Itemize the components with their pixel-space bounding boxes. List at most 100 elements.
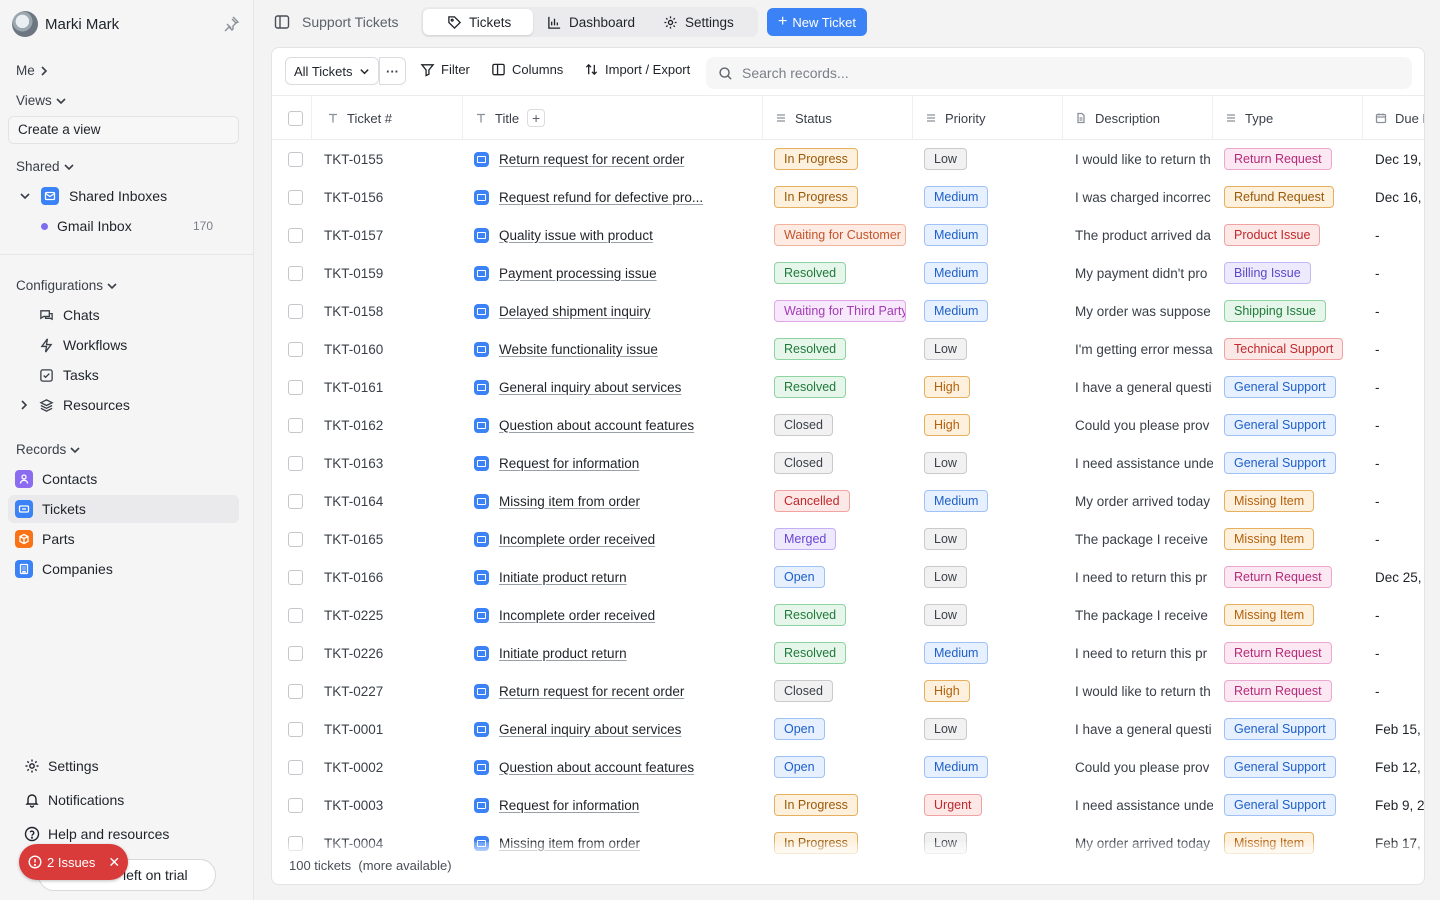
select-all-checkbox[interactable]	[288, 110, 303, 126]
new-ticket-button[interactable]: + New Ticket	[767, 8, 867, 36]
priority-badge[interactable]: High	[924, 414, 970, 436]
ticket-id[interactable]: TKT-0162	[324, 406, 464, 444]
search-input[interactable]	[742, 65, 1382, 81]
priority-badge[interactable]: Low	[924, 528, 967, 550]
type-badge[interactable]: General Support	[1224, 794, 1336, 816]
ticket-id[interactable]: TKT-0165	[324, 520, 464, 558]
settings-link[interactable]: Settings	[24, 758, 99, 774]
me-section[interactable]: Me	[16, 63, 50, 78]
ticket-id[interactable]: TKT-0227	[324, 672, 464, 710]
status-badge[interactable]: Waiting for Customer	[774, 224, 906, 246]
priority-badge[interactable]: Medium	[924, 642, 989, 664]
status-badge[interactable]: Closed	[774, 414, 833, 436]
column-header-type[interactable]: Type	[1213, 96, 1363, 140]
priority-badge[interactable]: High	[924, 680, 970, 702]
sidebar-item-contacts[interactable]: Contacts	[8, 465, 239, 493]
ticket-title-link[interactable]: General inquiry about services	[499, 722, 681, 737]
row-checkbox[interactable]	[288, 265, 303, 281]
priority-badge[interactable]: Medium	[924, 186, 989, 208]
filter-button[interactable]: Filter	[420, 62, 470, 77]
description[interactable]: I have a general questi	[1075, 710, 1213, 748]
ticket-title-link[interactable]: Question about account features	[499, 418, 694, 433]
type-badge[interactable]: General Support	[1224, 376, 1336, 398]
ticket-id[interactable]: TKT-0164	[324, 482, 464, 520]
due-date[interactable]: -	[1375, 596, 1424, 634]
status-badge[interactable]: Closed	[774, 680, 833, 702]
tab-settings[interactable]: Settings	[653, 9, 744, 35]
description[interactable]: The package I receive	[1075, 520, 1213, 558]
due-date[interactable]: Dec 19, 2	[1375, 140, 1424, 178]
due-date[interactable]: -	[1375, 406, 1424, 444]
due-date[interactable]: Feb 9, 2	[1375, 786, 1424, 824]
sidebar-item-tasks[interactable]: Tasks	[8, 361, 239, 389]
table-row[interactable]: TKT-0161 General inquiry about services Re…	[272, 368, 1424, 406]
sidebar-item-chats[interactable]: Chats	[8, 301, 239, 329]
tab-tickets[interactable]: Tickets	[423, 9, 533, 35]
import-export-button[interactable]: Import / Export	[584, 62, 690, 77]
priority-badge[interactable]: Medium	[924, 300, 989, 322]
row-checkbox[interactable]	[288, 645, 303, 661]
type-badge[interactable]: General Support	[1224, 452, 1336, 474]
search-box[interactable]	[706, 57, 1412, 89]
status-badge[interactable]: Resolved	[774, 642, 847, 664]
chevron-right-icon[interactable]	[18, 399, 30, 411]
ticket-title-link[interactable]: Question about account features	[499, 760, 694, 775]
table-row[interactable]: TKT-0227 Return request for recent order C…	[272, 672, 1424, 710]
row-checkbox[interactable]	[288, 607, 303, 623]
type-badge[interactable]: Shipping Issue	[1224, 300, 1327, 322]
description[interactable]: The package I receive	[1075, 596, 1213, 634]
type-badge[interactable]: Return Request	[1224, 680, 1332, 702]
ticket-title-link[interactable]: Initiate product return	[499, 646, 627, 661]
ticket-id[interactable]: TKT-0155	[324, 140, 464, 178]
ticket-id[interactable]: TKT-0226	[324, 634, 464, 672]
help-link[interactable]: Help and resources	[24, 826, 169, 842]
due-date[interactable]: Dec 16, 2	[1375, 178, 1424, 216]
sidebar-item-shared-inboxes[interactable]: Shared Inboxes	[8, 182, 239, 210]
view-select[interactable]: All Tickets	[285, 57, 379, 85]
status-badge[interactable]: Resolved	[774, 338, 847, 360]
table-row[interactable]: TKT-0160 Website functionality issue Resol…	[272, 330, 1424, 368]
due-date[interactable]: -	[1375, 292, 1424, 330]
ticket-title-link[interactable]: General inquiry about services	[499, 380, 681, 395]
due-date[interactable]: -	[1375, 672, 1424, 710]
description[interactable]: My payment didn't pro	[1075, 254, 1213, 292]
type-badge[interactable]: General Support	[1224, 718, 1336, 740]
due-date[interactable]: -	[1375, 216, 1424, 254]
chevron-down-icon[interactable]	[19, 190, 31, 202]
ticket-title-link[interactable]: Initiate product return	[499, 570, 627, 585]
row-checkbox[interactable]	[288, 151, 303, 167]
table-row[interactable]: TKT-0156 Request refund for defective pro…	[272, 178, 1424, 216]
priority-badge[interactable]: Low	[924, 566, 967, 588]
priority-badge[interactable]: Medium	[924, 224, 989, 246]
table-row[interactable]: TKT-0002 Question about account features O…	[272, 748, 1424, 786]
description[interactable]: I'm getting error messa	[1075, 330, 1213, 368]
sidebar-item-workflows[interactable]: Workflows	[8, 331, 239, 359]
description[interactable]: The product arrived da	[1075, 216, 1213, 254]
views-section[interactable]: Views	[16, 93, 67, 108]
shared-section[interactable]: Shared	[16, 159, 75, 174]
due-date[interactable]: -	[1375, 482, 1424, 520]
description[interactable]: Could you please prov	[1075, 406, 1213, 444]
sidebar-item-companies[interactable]: Companies	[8, 555, 239, 583]
type-badge[interactable]: Billing Issue	[1224, 262, 1311, 284]
description[interactable]: I need to return this pr	[1075, 634, 1213, 672]
ticket-id[interactable]: TKT-0166	[324, 558, 464, 596]
table-row[interactable]: TKT-0165 Incomplete order received Merged L…	[272, 520, 1424, 558]
column-header-description[interactable]: Description	[1063, 96, 1213, 140]
column-header-title[interactable]: Title +	[463, 96, 763, 140]
priority-badge[interactable]: Low	[924, 604, 967, 626]
ticket-id[interactable]: TKT-0003	[324, 786, 464, 824]
create-view-button[interactable]: Create a view	[8, 116, 239, 144]
table-row[interactable]: TKT-0225 Incomplete order received Resolve…	[272, 596, 1424, 634]
description[interactable]: I would like to return th	[1075, 672, 1213, 710]
status-badge[interactable]: Resolved	[774, 604, 847, 626]
row-checkbox[interactable]	[288, 531, 303, 547]
description[interactable]: Could you please prov	[1075, 748, 1213, 786]
description[interactable]: My order arrived today	[1075, 482, 1213, 520]
table-row[interactable]: TKT-0001 General inquiry about services Op…	[272, 710, 1424, 748]
ticket-id[interactable]: TKT-0161	[324, 368, 464, 406]
table-row[interactable]: TKT-0166 Initiate product return Open Low I …	[272, 558, 1424, 596]
ticket-title-link[interactable]: Request for information	[499, 798, 639, 813]
ticket-id[interactable]: TKT-0163	[324, 444, 464, 482]
row-checkbox[interactable]	[288, 493, 303, 509]
